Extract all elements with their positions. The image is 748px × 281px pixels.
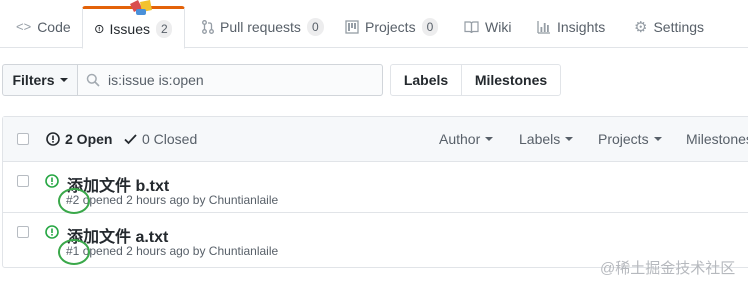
gear-icon: ⚙ bbox=[634, 18, 648, 36]
closed-issues-toggle[interactable]: 0 Closed bbox=[124, 131, 197, 147]
tab-settings-label: Settings bbox=[653, 18, 705, 35]
tab-wiki[interactable]: Wiki bbox=[452, 5, 523, 48]
projects-filter-dropdown[interactable]: Projects bbox=[598, 131, 662, 147]
filters-label: Filters bbox=[12, 72, 55, 88]
tab-issues-count: 2 bbox=[156, 19, 172, 38]
issue-opened-icon bbox=[45, 174, 59, 188]
issue-checkbox[interactable] bbox=[17, 175, 29, 187]
open-issues-label: 2 Open bbox=[65, 131, 113, 147]
project-icon bbox=[345, 19, 359, 34]
labels-filter-label: Labels bbox=[519, 131, 561, 147]
labels-filter-dropdown[interactable]: Labels bbox=[519, 131, 574, 147]
tab-projects-label: Projects bbox=[365, 18, 416, 35]
issue-row: 添加文件 b.txt #2 opened 2 hours ago by Chun… bbox=[3, 162, 748, 214]
projects-filter-label: Projects bbox=[598, 131, 649, 147]
issues-list-box: 2 Open 0 Closed Author Labels Projects M… bbox=[2, 116, 748, 268]
tab-insights[interactable]: Insights bbox=[525, 5, 617, 48]
repo-tabnav: <> Code Issues 2 Pull requests 0 Project… bbox=[0, 0, 748, 49]
issue-opened-icon bbox=[46, 132, 60, 146]
author-filter-dropdown[interactable]: Author bbox=[439, 131, 494, 147]
tab-pull-requests[interactable]: Pull requests 0 bbox=[190, 5, 336, 48]
open-issues-toggle[interactable]: 2 Open bbox=[46, 131, 112, 147]
select-all-checkbox[interactable] bbox=[17, 133, 29, 145]
closed-issues-label: 0 Closed bbox=[142, 131, 198, 147]
issue-opened-icon bbox=[95, 24, 104, 33]
graph-icon bbox=[537, 20, 550, 34]
author-filter-label: Author bbox=[439, 131, 481, 147]
filters-dropdown-button[interactable]: Filters bbox=[2, 64, 78, 96]
git-pull-request-icon bbox=[202, 19, 214, 34]
highlight-circle bbox=[58, 188, 90, 214]
watermark: @稀土掘金技术社区 bbox=[600, 260, 736, 277]
chevron-down-icon bbox=[485, 137, 494, 141]
tab-wiki-label: Wiki bbox=[485, 18, 512, 35]
issue-meta: #1 opened 2 hours ago by Chuntianlaile bbox=[66, 244, 278, 258]
issue-opened-icon bbox=[45, 225, 59, 239]
issue-meta: #2 opened 2 hours ago by Chuntianlaile bbox=[66, 193, 278, 207]
book-icon bbox=[464, 20, 479, 33]
code-icon: <> bbox=[16, 19, 32, 34]
milestones-filter-dropdown[interactable]: Milestones bbox=[686, 131, 748, 147]
labels-button[interactable]: Labels bbox=[390, 64, 462, 96]
chevron-down-icon bbox=[653, 137, 662, 141]
tab-issues-label: Issues bbox=[109, 20, 150, 37]
chevron-down-icon bbox=[59, 78, 68, 82]
check-icon bbox=[124, 134, 137, 145]
tab-settings[interactable]: ⚙ Settings bbox=[622, 5, 716, 48]
tab-projects[interactable]: Projects 0 bbox=[333, 5, 450, 48]
tab-insights-label: Insights bbox=[557, 18, 606, 35]
issue-opened-info: opened 2 hours ago by Chuntianlaile bbox=[82, 193, 279, 207]
issue-search-input[interactable] bbox=[108, 72, 358, 88]
tab-code[interactable]: <> Code bbox=[4, 5, 83, 48]
issues-list-header: 2 Open 0 Closed Author Labels Projects M… bbox=[3, 117, 748, 162]
issue-checkbox[interactable] bbox=[17, 226, 29, 238]
chevron-down-icon bbox=[565, 137, 574, 141]
tab-projects-count: 0 bbox=[421, 17, 439, 36]
tab-pull-requests-label: Pull requests bbox=[220, 18, 301, 35]
issue-opened-info: opened 2 hours ago by Chuntianlaile bbox=[82, 244, 279, 258]
issue-search-field[interactable] bbox=[77, 64, 383, 96]
search-icon bbox=[86, 73, 100, 87]
highlight-circle bbox=[58, 239, 90, 265]
sticker-icon bbox=[130, 0, 152, 15]
milestones-button[interactable]: Milestones bbox=[461, 64, 561, 96]
tab-code-label: Code bbox=[37, 18, 71, 35]
tab-pull-requests-count: 0 bbox=[306, 17, 324, 36]
milestones-filter-label: Milestones bbox=[686, 131, 748, 147]
